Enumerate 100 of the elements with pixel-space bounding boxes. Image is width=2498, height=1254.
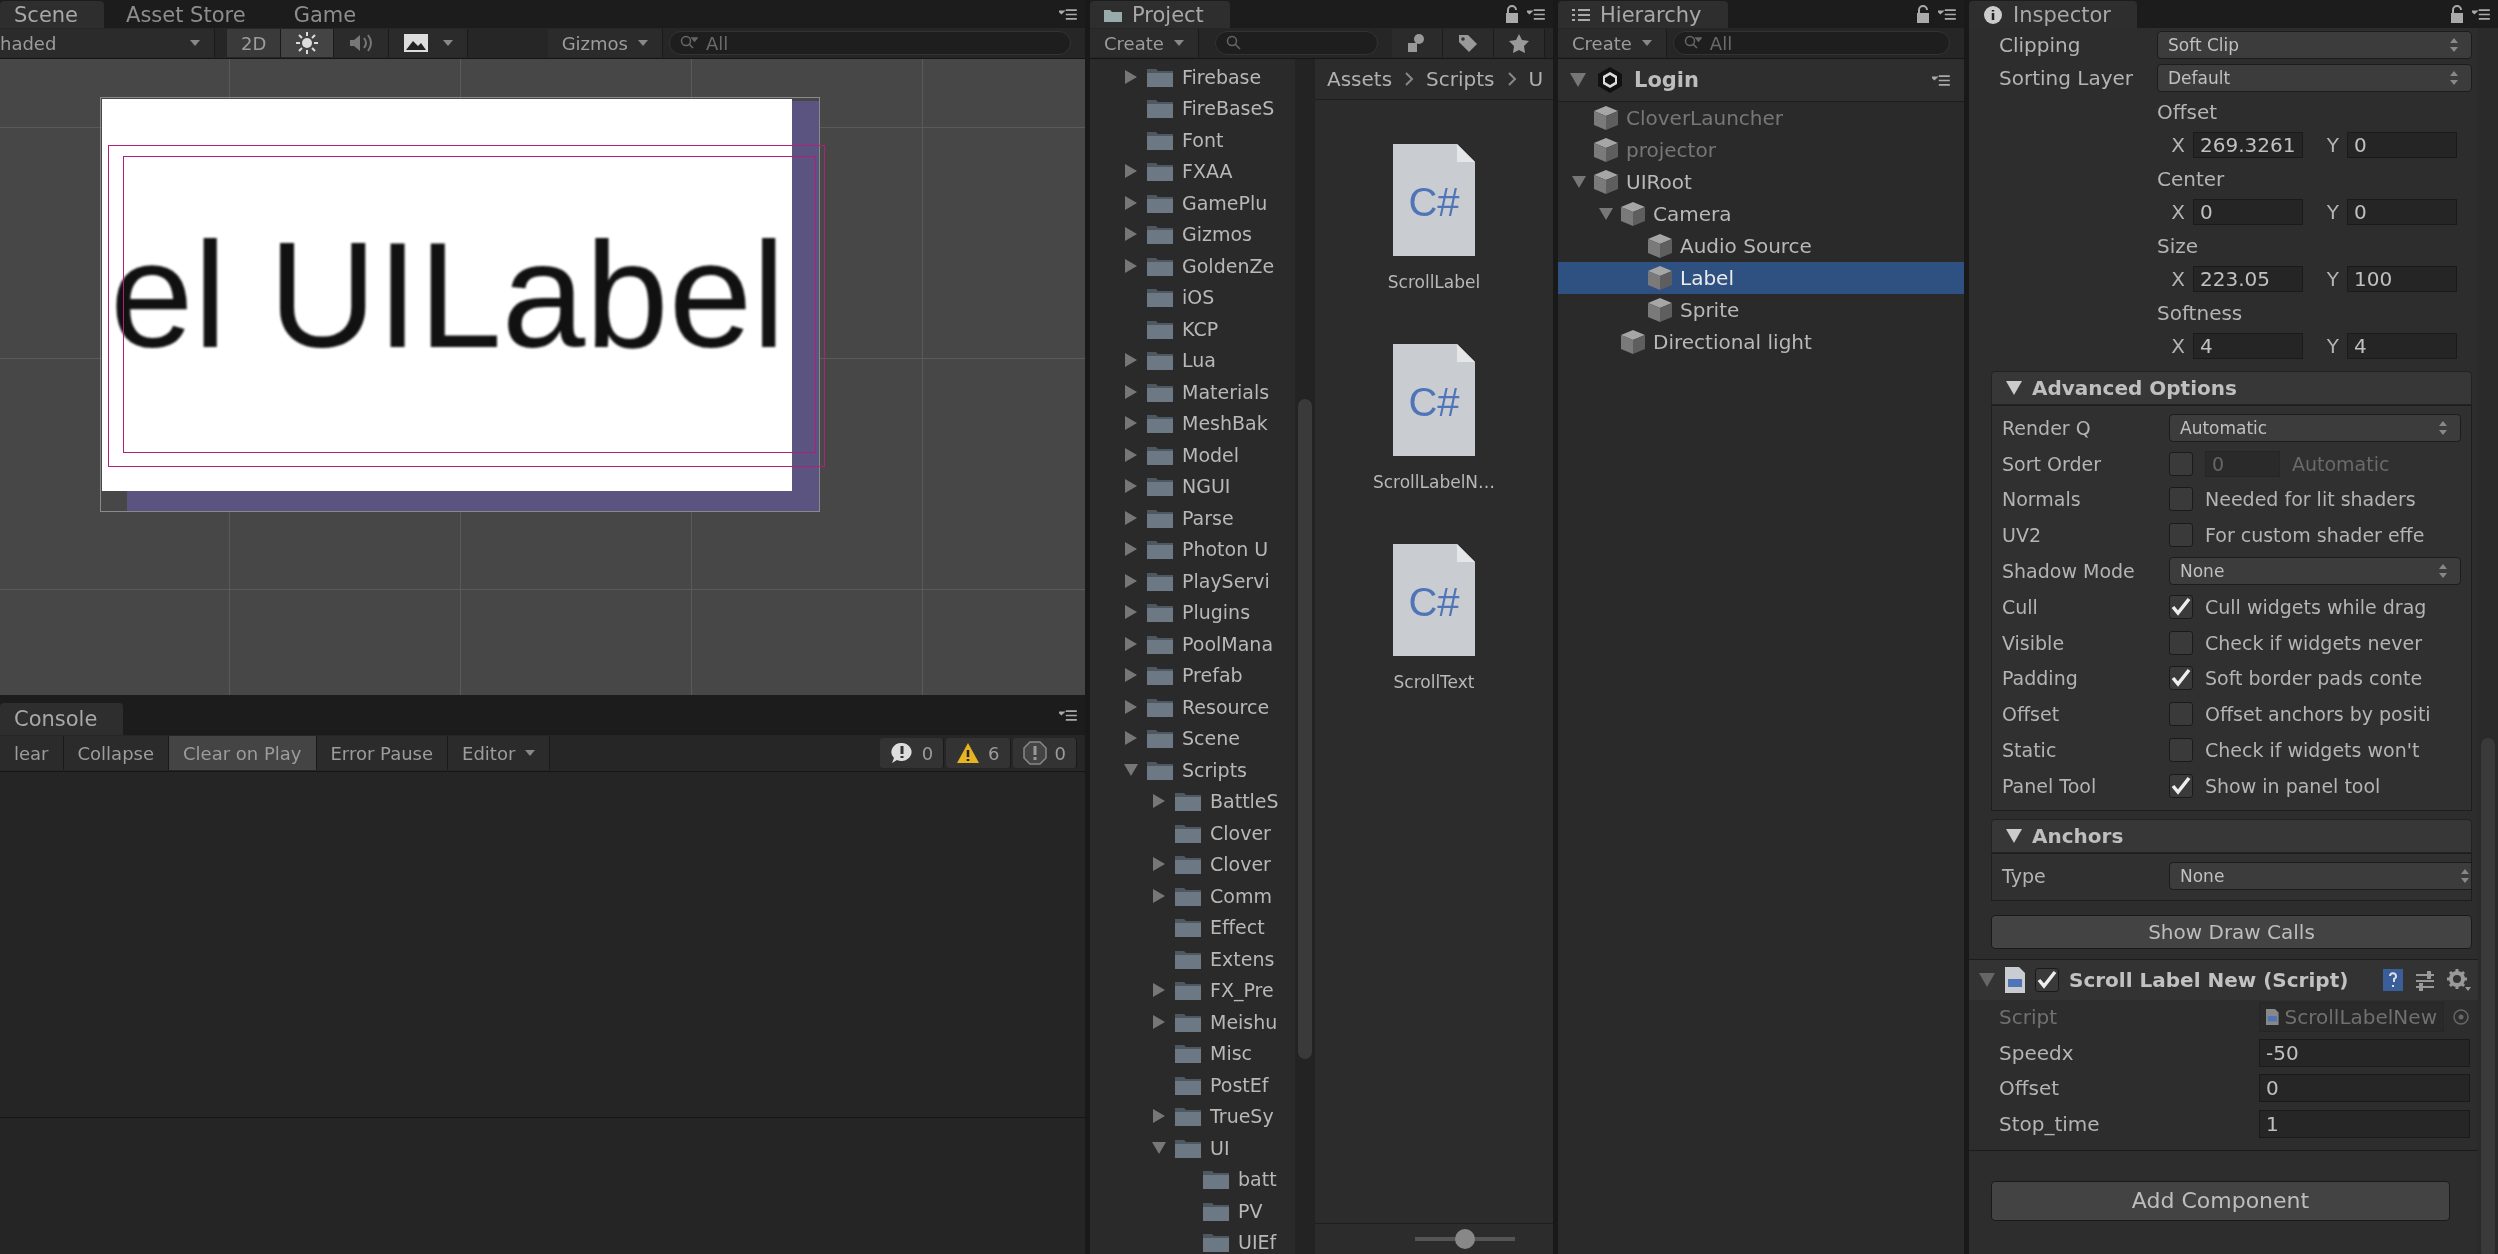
number-field[interactable]: 1 bbox=[2259, 1109, 2470, 1138]
expand-arrow-icon[interactable] bbox=[1124, 699, 1138, 714]
shading-dropdown[interactable]: haded bbox=[0, 29, 215, 57]
target-icon[interactable] bbox=[2452, 1008, 2470, 1027]
log-count-toggle[interactable]: 0 bbox=[879, 738, 945, 768]
collapse-arrow-icon[interactable] bbox=[1979, 972, 1995, 987]
lighting-toggle[interactable] bbox=[281, 29, 335, 57]
checkbox[interactable] bbox=[2169, 487, 2193, 512]
folder-item[interactable]: Scene bbox=[1090, 722, 1295, 754]
expand-arrow-icon[interactable] bbox=[1124, 731, 1138, 746]
folder-item[interactable]: Misc bbox=[1090, 1037, 1295, 1069]
folder-item[interactable]: Model bbox=[1090, 439, 1295, 471]
folder-item[interactable]: PlayServi bbox=[1090, 565, 1295, 597]
menu-icon[interactable] bbox=[1938, 8, 1956, 20]
number-field[interactable]: 4 bbox=[2347, 333, 2457, 360]
collapse-arrow-icon[interactable] bbox=[1152, 1141, 1166, 1154]
expand-arrow-icon[interactable] bbox=[1152, 857, 1166, 872]
help-book-icon[interactable] bbox=[2382, 967, 2404, 992]
folder-item[interactable]: Scripts bbox=[1090, 754, 1295, 786]
log-count-toggle[interactable]: 6 bbox=[946, 738, 1011, 768]
filter-by-label-button[interactable] bbox=[1443, 29, 1494, 57]
folder-item[interactable]: Parse bbox=[1090, 502, 1295, 534]
hierarchy-item[interactable]: Label bbox=[1558, 262, 1964, 294]
folder-item[interactable]: Materials bbox=[1090, 376, 1295, 408]
checkbox[interactable] bbox=[2035, 967, 2059, 992]
breadcrumb-link[interactable]: U bbox=[1528, 67, 1544, 91]
expand-arrow-icon[interactable] bbox=[1152, 983, 1166, 998]
folder-item[interactable]: Clover bbox=[1090, 848, 1295, 880]
expand-arrow-icon[interactable] bbox=[1152, 1109, 1166, 1124]
number-field[interactable]: 223.05 bbox=[2193, 266, 2303, 293]
sliders-icon[interactable] bbox=[2414, 968, 2436, 991]
image-effects-dropdown[interactable] bbox=[389, 29, 469, 57]
folder-item[interactable]: NGUI bbox=[1090, 470, 1295, 502]
breadcrumb-link[interactable]: Assets bbox=[1327, 67, 1393, 91]
folder-item[interactable]: GoldenZe bbox=[1090, 250, 1295, 282]
lock-icon[interactable] bbox=[2450, 5, 2464, 23]
file-name[interactable]: ScrollLabelN… bbox=[1372, 472, 1496, 492]
folder-item[interactable]: TrueSy bbox=[1090, 1100, 1295, 1132]
section-header[interactable]: Advanced Options bbox=[1991, 371, 2472, 405]
number-field[interactable]: 100 bbox=[2347, 266, 2457, 293]
folder-item[interactable]: UI bbox=[1090, 1132, 1295, 1164]
number-field[interactable]: 0 bbox=[2347, 199, 2457, 226]
number-field[interactable]: 0 bbox=[2193, 199, 2303, 226]
expand-arrow-icon[interactable] bbox=[1124, 69, 1138, 84]
expand-arrow-icon[interactable] bbox=[1124, 510, 1138, 525]
folder-item[interactable]: PV bbox=[1090, 1195, 1295, 1227]
folder-item[interactable]: MeshBak bbox=[1090, 407, 1295, 439]
folder-item[interactable]: Resource bbox=[1090, 691, 1295, 723]
expand-arrow-icon[interactable] bbox=[1124, 542, 1138, 557]
menu-icon[interactable] bbox=[1527, 8, 1545, 20]
expand-arrow-icon[interactable] bbox=[1152, 794, 1166, 809]
folder-item[interactable]: Prefab bbox=[1090, 659, 1295, 691]
lock-icon[interactable] bbox=[1916, 5, 1930, 23]
search-field[interactable]: All bbox=[1672, 31, 1950, 55]
file-name[interactable]: ScrollLabel bbox=[1387, 272, 1481, 292]
folder-item[interactable]: PoolMana bbox=[1090, 628, 1295, 660]
folder-item[interactable]: Extens bbox=[1090, 943, 1295, 975]
log-count-toggle[interactable]: 0 bbox=[1012, 738, 1077, 768]
console-toggle[interactable]: lear bbox=[0, 736, 64, 770]
dropdown[interactable]: None bbox=[2169, 861, 2471, 890]
expand-arrow-icon[interactable] bbox=[1124, 195, 1138, 210]
component-header[interactable]: Scroll Label New (Script) bbox=[1969, 959, 2478, 1000]
folder-item[interactable]: UIEf bbox=[1090, 1226, 1295, 1254]
search-field[interactable] bbox=[1214, 31, 1378, 55]
tab[interactable]: Project bbox=[1090, 1, 1230, 28]
tab[interactable]: Scene bbox=[0, 1, 105, 28]
expand-arrow-icon[interactable] bbox=[1124, 447, 1138, 462]
folder-item[interactable]: FXAA bbox=[1090, 155, 1295, 187]
folder-item[interactable]: GamePlu bbox=[1090, 187, 1295, 219]
folder-item[interactable]: BattleS bbox=[1090, 785, 1295, 817]
folder-item[interactable]: iOS bbox=[1090, 281, 1295, 313]
console-toggle[interactable]: Collapse bbox=[63, 736, 169, 770]
filter-by-type-button[interactable] bbox=[1392, 29, 1443, 57]
tab[interactable]: Asset Store bbox=[112, 1, 272, 28]
tab[interactable]: Inspector bbox=[1969, 1, 2137, 28]
tab[interactable]: Hierarchy bbox=[1558, 1, 1728, 28]
expand-arrow-icon[interactable] bbox=[1124, 258, 1138, 273]
number-field[interactable]: -50 bbox=[2259, 1038, 2470, 1067]
scene-header[interactable]: Login bbox=[1558, 59, 1964, 102]
hierarchy-item[interactable]: UIRoot bbox=[1558, 166, 1964, 198]
hierarchy-item[interactable]: Directional light bbox=[1558, 326, 1964, 358]
expand-arrow-icon[interactable] bbox=[1124, 479, 1138, 494]
checkbox[interactable] bbox=[2169, 451, 2193, 476]
hierarchy-item[interactable]: Sprite bbox=[1558, 294, 1964, 326]
tab[interactable]: Console bbox=[0, 703, 124, 735]
expand-arrow-icon[interactable] bbox=[1124, 384, 1138, 399]
menu-icon[interactable] bbox=[1932, 74, 1950, 86]
menu-icon[interactable] bbox=[1059, 8, 1077, 20]
checkbox[interactable] bbox=[2169, 630, 2193, 655]
number-field[interactable]: 0 bbox=[2259, 1074, 2470, 1103]
expand-arrow-icon[interactable] bbox=[1124, 227, 1138, 242]
menu-icon[interactable] bbox=[1059, 709, 1077, 721]
create-dropdown[interactable]: Create bbox=[1090, 29, 1199, 57]
expand-arrow-icon[interactable] bbox=[1152, 1014, 1166, 1029]
expand-arrow-icon[interactable] bbox=[1124, 573, 1138, 588]
folder-item[interactable]: batt bbox=[1090, 1163, 1295, 1195]
audio-toggle[interactable] bbox=[334, 29, 390, 57]
collapse-arrow-icon[interactable] bbox=[1570, 73, 1586, 87]
number-field[interactable]: 269.3261 bbox=[2193, 132, 2303, 159]
create-dropdown[interactable]: Create bbox=[1558, 29, 1667, 57]
